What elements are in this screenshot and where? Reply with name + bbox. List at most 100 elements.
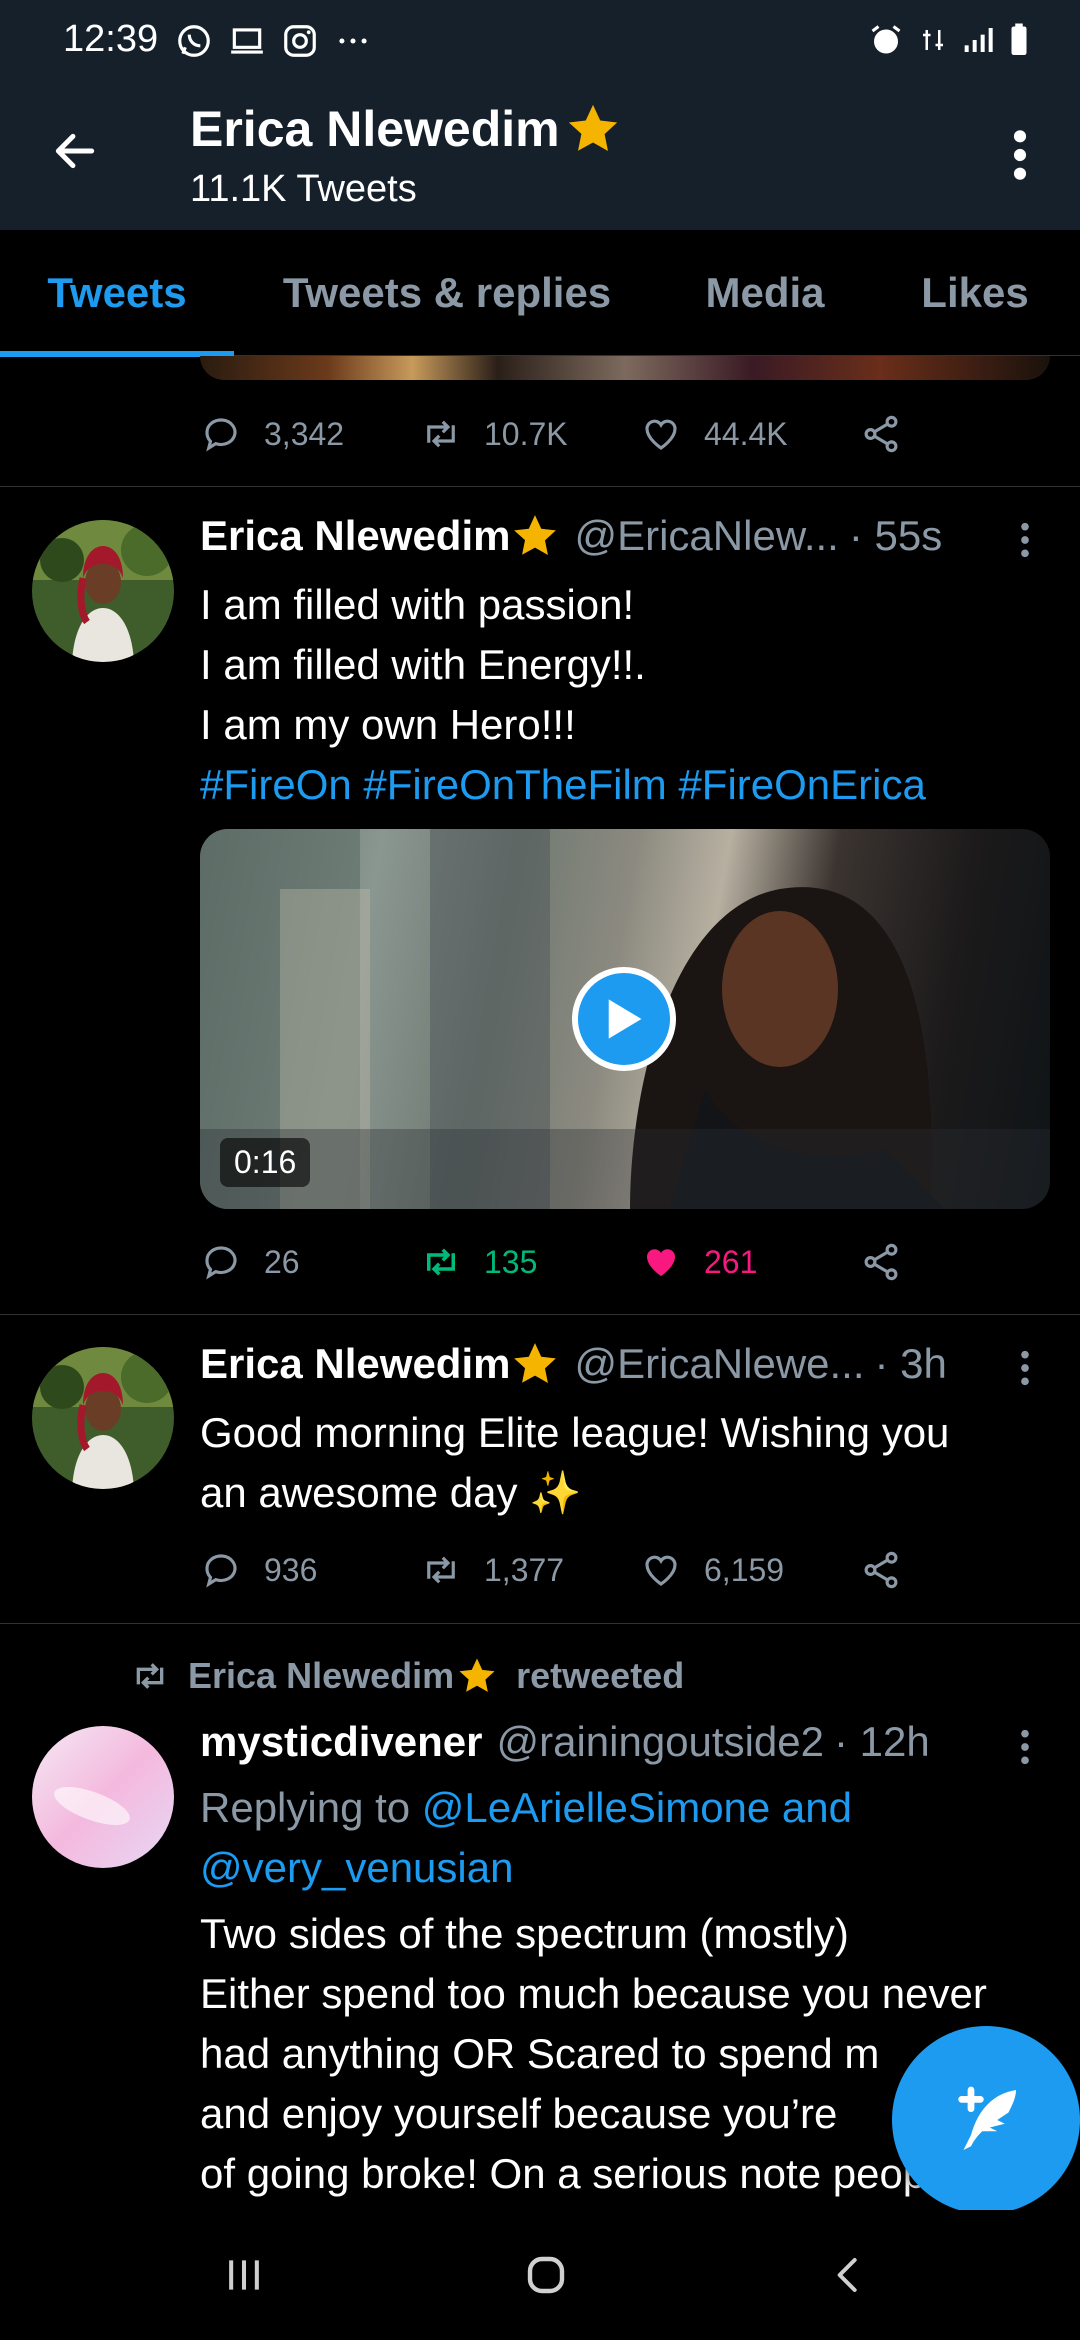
heart-filled-icon bbox=[647, 1249, 675, 1276]
tweet-time[interactable]: · 3h bbox=[875, 1340, 947, 1388]
more-dots-icon bbox=[333, 22, 373, 65]
share-button[interactable] bbox=[860, 1540, 902, 1600]
author-name[interactable]: mysticdivener bbox=[200, 1718, 482, 1766]
recent-apps-icon bbox=[229, 2260, 259, 2290]
play-icon bbox=[608, 999, 642, 1039]
hashtags[interactable]: #FireOn #FireOnTheFilm #FireOnErica bbox=[200, 755, 1050, 815]
retweet-button[interactable]: 1,377 bbox=[420, 1540, 564, 1600]
share-icon bbox=[864, 415, 898, 453]
reply-button[interactable]: 936 bbox=[200, 1540, 317, 1600]
home-button[interactable] bbox=[486, 2230, 606, 2320]
share-button[interactable] bbox=[860, 1232, 902, 1292]
reply-context: Replying to @LeArielleSimone and @very_v… bbox=[200, 1778, 1050, 1898]
system-back-button[interactable] bbox=[788, 2230, 908, 2320]
reply-count: 26 bbox=[264, 1243, 300, 1280]
laptop-icon bbox=[227, 22, 267, 65]
like-button[interactable]: 44.4K bbox=[640, 404, 788, 464]
profile-name: Erica Nlewedim bbox=[190, 100, 622, 158]
profile-header: 12:39 Erica Nlewedim 11.1K Tweets bbox=[0, 0, 1080, 230]
signal-icon bbox=[962, 22, 994, 63]
kebab-menu-icon bbox=[1013, 130, 1027, 180]
tab-media[interactable]: Media bbox=[680, 230, 850, 356]
like-button[interactable]: 261 bbox=[640, 1232, 757, 1292]
tweet[interactable]: Erica Nlewedim @EricaNlewe... · 3h Good … bbox=[0, 1315, 1080, 1623]
tweet-line: Good morning Elite league! Wishing you bbox=[200, 1409, 950, 1456]
chevron-left-icon bbox=[837, 2258, 857, 2292]
retweet-icon bbox=[427, 1248, 455, 1276]
avatar[interactable] bbox=[32, 1726, 174, 1868]
retweet-button[interactable]: 135 bbox=[420, 1232, 537, 1292]
share-icon bbox=[864, 1243, 898, 1281]
tab-active-indicator bbox=[0, 351, 234, 357]
reply-count: 3,342 bbox=[264, 415, 345, 452]
previous-tweet-media[interactable] bbox=[200, 356, 1050, 380]
avatar[interactable] bbox=[32, 520, 174, 662]
tweet-line: Two sides of the spectrum (mostly) bbox=[200, 1910, 849, 1957]
author-name[interactable]: Erica Nlewedim bbox=[200, 512, 510, 560]
tweet-header: Erica Nlewedim @EricaNlew... · 55s bbox=[200, 511, 942, 561]
status-icons-left bbox=[175, 22, 373, 65]
reply-icon bbox=[205, 1246, 237, 1280]
back-button[interactable] bbox=[44, 120, 106, 182]
share-button[interactable] bbox=[860, 404, 902, 464]
author-handle[interactable]: @rainingoutside2 bbox=[496, 1718, 824, 1766]
retweet-button[interactable]: 10.7K bbox=[420, 404, 568, 464]
reply-button[interactable]: 3,342 bbox=[200, 404, 344, 464]
kebab-menu-icon bbox=[1021, 1350, 1029, 1386]
play-button[interactable] bbox=[572, 967, 676, 1071]
profile-tabs: Tweets Tweets & replies Media Likes bbox=[0, 230, 1080, 357]
retweeted-by[interactable]: Erica Nlewedim bbox=[188, 1655, 498, 1697]
tweet-count: 11.1K Tweets bbox=[190, 168, 417, 210]
avatar[interactable] bbox=[32, 1347, 174, 1489]
recent-apps-button[interactable] bbox=[184, 2230, 304, 2320]
tweet-more-button[interactable] bbox=[1010, 1722, 1040, 1772]
author-handle[interactable]: @EricaNlew... bbox=[574, 512, 838, 560]
retweet-icon bbox=[427, 1556, 455, 1584]
reply-mention[interactable]: @LeArielleSimone and bbox=[422, 1784, 852, 1831]
star-icon bbox=[568, 104, 617, 151]
reply-button[interactable]: 26 bbox=[200, 1232, 300, 1292]
tweet-actions: 936 1,377 6,159 bbox=[200, 1540, 1050, 1600]
replying-to-label: Replying to bbox=[200, 1784, 422, 1831]
tweet-header: Erica Nlewedim @EricaNlewe... · 3h bbox=[200, 1339, 947, 1389]
star-icon bbox=[514, 1343, 557, 1383]
star-icon bbox=[459, 1658, 495, 1692]
author-name[interactable]: Erica Nlewedim bbox=[200, 1340, 510, 1388]
reply-icon bbox=[205, 418, 237, 452]
tweet-divider bbox=[0, 1623, 1080, 1624]
instagram-icon bbox=[281, 22, 319, 65]
video-duration: 0:16 bbox=[220, 1138, 311, 1187]
reply-icon bbox=[205, 1554, 237, 1588]
tweet-more-button[interactable] bbox=[1010, 515, 1040, 565]
tweet-line: I am filled with passion! bbox=[200, 581, 635, 628]
tweet-line: I am my own Hero!!! bbox=[200, 701, 576, 748]
tweet-time[interactable]: · 55s bbox=[849, 512, 942, 560]
compose-tweet-button[interactable] bbox=[892, 2026, 1080, 2214]
like-count: 44.4K bbox=[704, 415, 788, 452]
tab-likes[interactable]: Likes bbox=[900, 230, 1050, 356]
tweet-more-button[interactable] bbox=[1010, 1343, 1040, 1393]
tweet-line: I am filled with Energy!!. bbox=[200, 641, 646, 688]
video-player[interactable]: 0:16 bbox=[200, 829, 1050, 1209]
more-options-button[interactable] bbox=[990, 120, 1050, 190]
retweet-context: Erica Nlewedim retweeted bbox=[130, 1655, 684, 1697]
battery-icon bbox=[1008, 22, 1030, 63]
tweet-text: Good morning Elite league! Wishing you a… bbox=[200, 1403, 1050, 1523]
heart-icon bbox=[645, 419, 677, 450]
alarm-icon bbox=[868, 22, 904, 63]
retweeted-suffix: retweeted bbox=[516, 1655, 685, 1696]
retweet-count: 135 bbox=[484, 1243, 538, 1280]
like-button[interactable]: 6,159 bbox=[640, 1540, 784, 1600]
home-icon bbox=[527, 2256, 565, 2294]
author-handle[interactable]: @EricaNlewe... bbox=[574, 1340, 864, 1388]
reply-count: 936 bbox=[264, 1551, 318, 1588]
tab-tweets[interactable]: Tweets bbox=[0, 230, 234, 356]
star-icon bbox=[514, 515, 557, 555]
reply-mention[interactable]: @very_venusian bbox=[200, 1838, 1050, 1898]
whatsapp-icon bbox=[175, 22, 213, 65]
tweet-time[interactable]: · 12h bbox=[834, 1718, 930, 1766]
retweet-count: 1,377 bbox=[484, 1551, 565, 1588]
tab-tweets-and-replies[interactable]: Tweets & replies bbox=[260, 230, 634, 356]
heart-icon bbox=[645, 1555, 677, 1586]
tweet-header: mysticdivener @rainingoutside2 · 12h bbox=[200, 1718, 930, 1766]
